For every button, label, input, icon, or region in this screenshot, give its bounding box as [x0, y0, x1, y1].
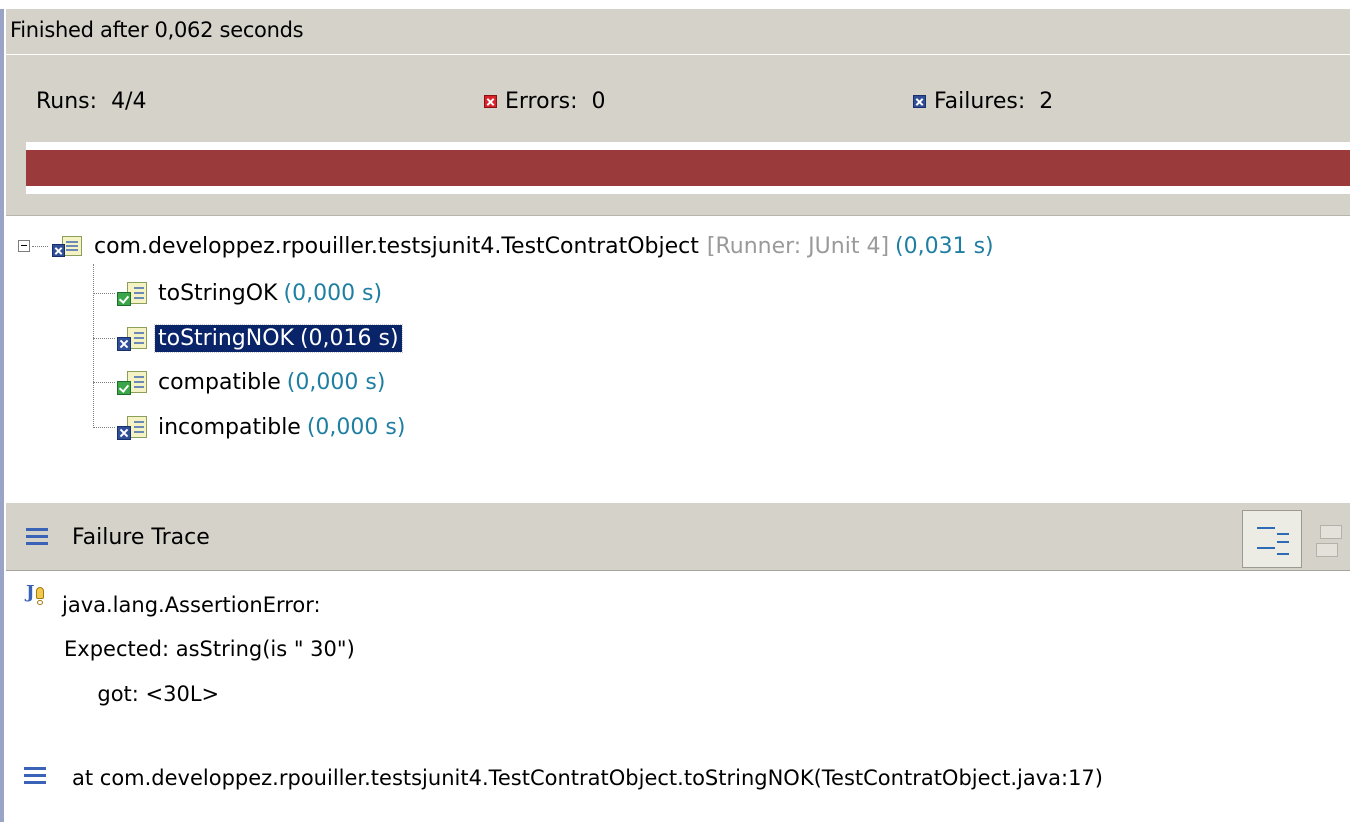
test-name: toStringNOK [158, 325, 294, 351]
divider [6, 54, 1350, 55]
tree-item-incompatible[interactable]: incompatible (0,000 s) [93, 411, 408, 443]
runner-label: [Runner: JUnit 4] [706, 233, 890, 259]
trace-line[interactable]: Expected: asString(is " 30") [64, 637, 355, 661]
tree-root-suite[interactable]: com.developpez.rpouiller.testsjunit4.Tes… [18, 230, 994, 262]
runs-counter: Runs: 4/4 [36, 89, 146, 114]
test-name: compatible [158, 369, 281, 395]
error-x-icon [484, 95, 497, 108]
test-time: (0,000 s) [283, 280, 383, 306]
runs-value: 4/4 [111, 89, 147, 114]
tree-connector [93, 337, 115, 339]
test-name: toStringOK [158, 280, 278, 306]
elapsed-time-message: Finished after 0,062 seconds [10, 18, 304, 42]
stack-trace-icon [26, 528, 48, 546]
tree-connector [32, 245, 48, 247]
failures-label: Failures: [934, 89, 1026, 114]
tree-connector [93, 426, 115, 428]
progress-bar-fill [26, 150, 1350, 186]
java-exception-icon: J [26, 582, 48, 609]
filter-stack-trace-button[interactable] [1242, 510, 1302, 568]
test-passed-icon [115, 369, 149, 395]
test-suite-failed-icon [50, 234, 84, 258]
suite-name: com.developpez.rpouiller.testsjunit4.Tes… [94, 233, 699, 259]
tree-connector [93, 381, 115, 383]
compare-result-button[interactable] [1314, 521, 1350, 561]
errors-value: 0 [591, 89, 606, 114]
tree-connector [93, 292, 115, 294]
test-progress-bar [26, 142, 1350, 194]
runs-label: Runs: [36, 89, 98, 114]
test-failed-icon [115, 414, 149, 440]
failure-trace-title: Failure Trace [72, 525, 210, 550]
trace-line[interactable]: java.lang.AssertionError: [62, 593, 321, 617]
collapse-toggle-icon[interactable] [18, 240, 30, 252]
tree-item-compatible[interactable]: compatible (0,000 s) [93, 366, 388, 398]
test-failed-icon [115, 325, 149, 351]
window-left-border [0, 0, 4, 822]
failure-trace-header: Failure Trace [6, 503, 1350, 571]
failure-trace-content[interactable]: J java.lang.AssertionError: Expected: as… [6, 571, 1350, 822]
suite-time: (0,031 s) [895, 233, 994, 259]
errors-label: Errors: [505, 89, 578, 114]
test-name: incompatible [158, 414, 301, 440]
test-results-tree[interactable]: com.developpez.rpouiller.testsjunit4.Tes… [6, 215, 1350, 504]
tree-item-tostringnok[interactable]: toStringNOK (0,016 s) [93, 322, 403, 354]
test-time: (0,000 s) [306, 414, 406, 440]
tree-item-tostringok[interactable]: toStringOK (0,000 s) [93, 277, 385, 309]
junit-status-panel: Finished after 0,062 seconds Runs: 4/4 E… [6, 9, 1350, 215]
stack-frame-line[interactable]: at com.developpez.rpouiller.testsjunit4.… [72, 766, 1103, 790]
test-time: (0,016 s) [299, 325, 399, 351]
stack-frame-icon [24, 767, 46, 785]
test-passed-icon [115, 280, 149, 306]
errors-counter: Errors: 0 [484, 89, 606, 114]
window-top-margin [0, 0, 1350, 9]
trace-line[interactable]: got: <30L> [64, 682, 219, 706]
failures-counter: Failures: 2 [913, 89, 1053, 114]
failure-x-icon [913, 95, 926, 108]
failures-value: 2 [1039, 89, 1054, 114]
test-time: (0,000 s) [286, 369, 386, 395]
